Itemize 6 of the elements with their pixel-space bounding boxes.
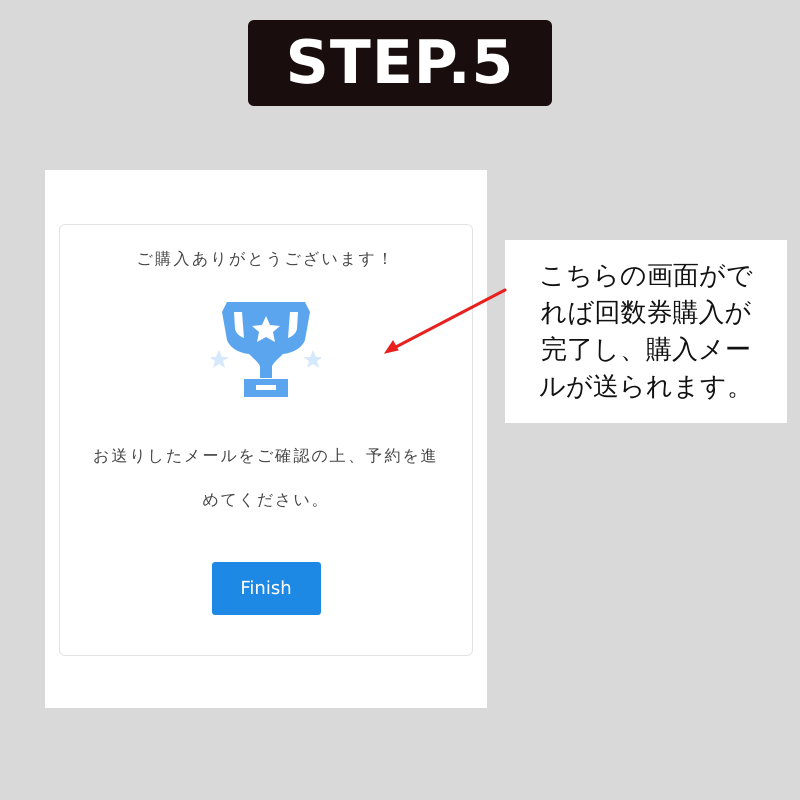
- finish-button[interactable]: Finish: [212, 562, 320, 615]
- instruction-message: お送りしたメールをご確認の上、予約を進めてください。: [92, 445, 440, 511]
- thanks-heading: ご購入ありがとうございます！: [136, 249, 396, 270]
- callout-text: こちらの画面がでれば回数券購入が完了し、購入メールが送られます。: [538, 260, 754, 404]
- step-title: STEP.5: [248, 20, 552, 106]
- trophy-icon: [211, 300, 321, 398]
